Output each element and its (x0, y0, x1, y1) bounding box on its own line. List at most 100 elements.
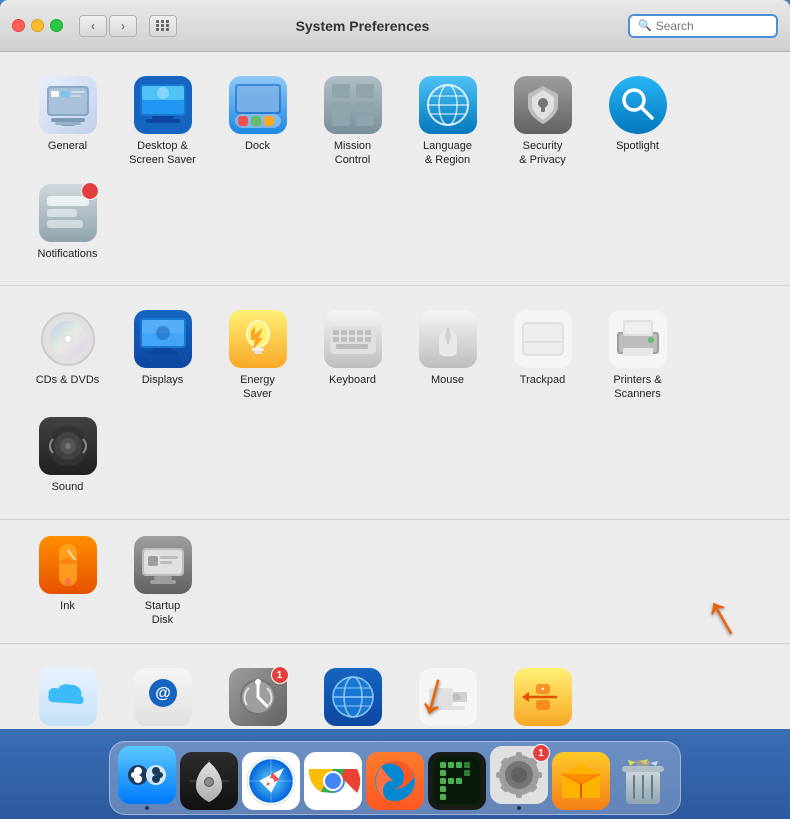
firefox-icon (366, 752, 424, 810)
sharing-icon: ⋆ (514, 668, 572, 726)
printers-icon (609, 310, 667, 368)
safari-icon (242, 752, 300, 810)
svg-text:⋆: ⋆ (540, 686, 544, 693)
pref-item-printers[interactable]: Printers &Scanners (590, 302, 685, 410)
grid-icon (156, 20, 170, 31)
dock-container: 1 (0, 729, 790, 819)
pref-item-desktop[interactable]: Desktop &Screen Saver (115, 68, 210, 176)
energy-icon (229, 310, 287, 368)
pref-item-general[interactable]: General (20, 68, 115, 176)
finder-dot (145, 806, 149, 810)
pref-item-mission[interactable]: MissionControl (305, 68, 400, 176)
title-bar: ‹ › System Preferences 🔍 (0, 0, 790, 52)
pref-item-cds[interactable]: CDs & DVDs (20, 302, 115, 410)
energy-label: EnergySaver (240, 373, 275, 402)
pref-item-sound[interactable]: Sound (20, 409, 115, 502)
pref-item-extensions[interactable]: Extensions (400, 660, 495, 729)
prefsapp-icon (428, 752, 486, 810)
general-icon (39, 76, 97, 134)
keyboard-icon (324, 310, 382, 368)
search-icon: 🔍 (638, 19, 652, 32)
notifications-badge (81, 182, 99, 200)
nav-buttons: ‹ › (79, 15, 137, 37)
dock-icon (229, 76, 287, 134)
dock-item-unknown[interactable] (552, 752, 610, 810)
dock-item-finder[interactable] (118, 746, 176, 810)
pref-item-displays[interactable]: Displays (115, 302, 210, 410)
dock-item-safari[interactable] (242, 752, 300, 810)
notifications-label: Notifications (38, 247, 98, 261)
internet-accounts-icon: @ (134, 668, 192, 726)
security-label: Security& Privacy (519, 139, 565, 168)
software-update-icon: 1 (229, 668, 287, 726)
pref-item-language[interactable]: Language& Region (400, 68, 495, 176)
network-icon (324, 668, 382, 726)
displays-icon (134, 310, 192, 368)
pref-item-trackpad[interactable]: Trackpad (495, 302, 590, 410)
pref-item-software-update[interactable]: 1 SoftwareUpdate (210, 660, 305, 729)
printers-label: Printers &Scanners (613, 373, 661, 402)
section-internet: iCloud @ InternetAccounts (0, 644, 790, 729)
security-icon (514, 76, 572, 134)
dock-item-firefox[interactable] (366, 752, 424, 810)
keyboard-label: Keyboard (329, 373, 376, 387)
dock-item-sysprefs[interactable]: 1 (490, 746, 548, 810)
hardware-grid: CDs & DVDs (20, 302, 770, 503)
pref-item-notifications[interactable]: Notifications (20, 176, 115, 269)
finder-icon (118, 746, 176, 804)
pref-item-security[interactable]: Security& Privacy (495, 68, 590, 176)
startup-label: StartupDisk (145, 599, 180, 628)
personal-grid: General Desktop &S (20, 68, 770, 269)
extensions-icon (419, 668, 477, 726)
dock-label: Dock (245, 139, 270, 153)
section-hardware: CDs & DVDs (0, 286, 790, 520)
dock-item-chrome[interactable] (304, 752, 362, 810)
sysprefs-badge: 1 (532, 744, 550, 762)
close-button[interactable] (12, 19, 25, 32)
search-input[interactable] (656, 19, 768, 33)
pref-item-icloud[interactable]: iCloud (20, 660, 115, 729)
trash-icon (614, 752, 672, 810)
desktop-label: Desktop &Screen Saver (129, 139, 196, 168)
main-content: General Desktop &S (0, 52, 790, 729)
launchpad-icon (180, 752, 238, 810)
cds-label: CDs & DVDs (36, 373, 100, 387)
dock-item-launchpad[interactable] (180, 752, 238, 810)
desktop-icon (134, 76, 192, 134)
search-box[interactable]: 🔍 (628, 14, 778, 38)
chrome-icon (304, 752, 362, 810)
pref-item-network[interactable]: Network (305, 660, 400, 729)
back-button[interactable]: ‹ (79, 15, 107, 37)
hardware2-grid: Ink (20, 528, 770, 636)
mouse-icon (419, 310, 477, 368)
language-label: Language& Region (423, 139, 472, 168)
spotlight-label: Spotlight (616, 139, 659, 153)
traffic-lights (12, 19, 63, 32)
sysprefs-dock-icon: 1 (490, 746, 548, 804)
pref-item-energy[interactable]: EnergySaver (210, 302, 305, 410)
displays-label: Displays (142, 373, 184, 387)
section-personal: General Desktop &S (0, 52, 790, 286)
unknown-icon (552, 752, 610, 810)
grid-view-button[interactable] (149, 15, 177, 37)
pref-item-dock[interactable]: Dock (210, 68, 305, 176)
minimize-button[interactable] (31, 19, 44, 32)
trackpad-icon (514, 310, 572, 368)
maximize-button[interactable] (50, 19, 63, 32)
pref-item-sharing[interactable]: ⋆ Sharing (495, 660, 590, 729)
sound-label: Sound (52, 480, 84, 494)
pref-item-startup[interactable]: StartupDisk (115, 528, 210, 636)
pref-item-internet-accounts[interactable]: @ InternetAccounts (115, 660, 210, 729)
pref-item-mouse[interactable]: Mouse (400, 302, 495, 410)
pref-item-ink[interactable]: Ink (20, 528, 115, 636)
spotlight-icon (609, 76, 667, 134)
software-update-badge: 1 (271, 666, 289, 684)
mission-label: MissionControl (334, 139, 371, 168)
pref-item-spotlight[interactable]: Spotlight (590, 68, 685, 176)
forward-button[interactable]: › (109, 15, 137, 37)
dock-item-trash[interactable] (614, 752, 672, 810)
sysprefs-dot (517, 806, 521, 810)
pref-item-keyboard[interactable]: Keyboard (305, 302, 400, 410)
forward-icon: › (121, 19, 125, 33)
dock-item-prefsapp[interactable] (428, 752, 486, 810)
